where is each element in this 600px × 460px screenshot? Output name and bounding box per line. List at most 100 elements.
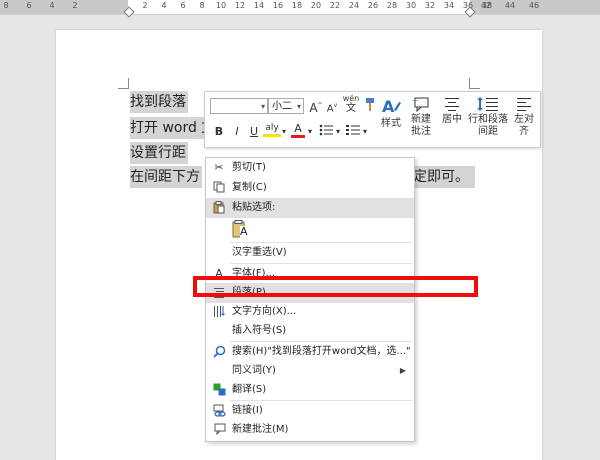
font-color-icon: A — [294, 122, 302, 135]
highlight-button[interactable]: aly — [263, 122, 281, 138]
new-comment-label-1: 新建 — [411, 114, 431, 125]
doc-line-3[interactable]: 设置行距 — [130, 142, 188, 164]
shrink-font-icon: A — [326, 103, 334, 115]
menu-item-text-direction[interactable]: 文字方向(X)... — [206, 302, 414, 322]
brush-icon — [366, 98, 374, 111]
ruler-number: 44 — [504, 1, 516, 10]
menu-item-label: 同义词(Y) — [232, 365, 276, 376]
font-color-swatch — [291, 135, 305, 138]
doc-line-1[interactable]: 找到段落 — [130, 91, 188, 113]
line-spacing-label-1: 行和段落 — [468, 114, 508, 125]
format-painter-button[interactable] — [363, 98, 377, 114]
link-icon — [212, 404, 226, 418]
phonetic-pinyin: wén — [342, 94, 360, 103]
margin-corner-top-right — [469, 78, 480, 89]
ruler-number: 6 — [180, 1, 186, 10]
paste-text-only-button[interactable]: A — [206, 218, 414, 242]
menu-item-label: 剪切(T) — [232, 162, 266, 173]
phonetic-char: 文 — [346, 103, 356, 114]
menu-item-cut[interactable]: ✂ 剪切(T) — [206, 158, 414, 178]
chevron-right-icon: ▶ — [399, 366, 406, 375]
underline-button[interactable]: U — [248, 124, 260, 140]
menu-item-label: 翻译(S) — [232, 384, 267, 395]
menu-item-synonyms[interactable]: 同义词(Y) ▶ — [206, 361, 414, 381]
menu-item-label: 复制(C) — [232, 182, 267, 193]
chevron-down-icon: ▾ — [296, 102, 301, 111]
svg-text:+: + — [412, 96, 419, 105]
ruler-number: 46 — [528, 1, 540, 10]
paste-icon — [212, 201, 226, 215]
ruler-number: 12 — [234, 1, 246, 10]
font-size-combo[interactable]: 小二 ▾ — [268, 98, 304, 114]
search-icon — [212, 345, 226, 359]
align-left-label-2: 齐 — [519, 126, 529, 137]
menu-item-label: 汉字重选(V) — [232, 247, 287, 258]
ruler-number: 8 — [199, 1, 205, 10]
context-menu: ✂ 剪切(T) 复制(C) 粘贴选项: A 汉字重选(V) A 字体(F)...… — [205, 157, 415, 442]
horizontal-ruler[interactable]: 8 6 4 2 2 4 6 8 10 12 14 16 18 20 22 24 26 28 30 32 34 36 38 42… — [0, 0, 600, 18]
menu-item-reconvert[interactable]: 汉字重选(V) — [206, 243, 414, 263]
center-button[interactable]: 居中 — [439, 96, 465, 126]
margin-corner-top-left — [118, 78, 129, 89]
menu-item-label: 链接(I) — [232, 405, 263, 416]
bullets-button[interactable] — [318, 124, 334, 140]
chevron-down-icon[interactable]: ▾ — [280, 124, 288, 140]
ruler-number: 2 — [72, 1, 78, 10]
ruler-number: 28 — [386, 1, 398, 10]
ruler-number: 18 — [291, 1, 303, 10]
copy-icon — [212, 181, 226, 195]
align-left-button[interactable]: 左对 齐 — [511, 96, 537, 138]
menu-item-label: 插入符号(S) — [232, 325, 287, 336]
comment-icon: + — [412, 96, 429, 112]
ruler-left-margin — [0, 0, 128, 14]
menu-item-new-comment[interactable]: 新建批注(M) — [206, 420, 414, 440]
phonetic-guide-button[interactable]: wén 文 — [342, 94, 360, 116]
shrink-font-button[interactable]: Av — [325, 98, 339, 114]
chevron-down-icon[interactable]: ▾ — [361, 124, 369, 140]
menu-item-translate[interactable]: 翻译(S) — [206, 380, 414, 400]
svg-text:A: A — [382, 97, 395, 116]
highlight-annotation-box — [193, 276, 478, 297]
ruler-number: 30 — [405, 1, 417, 10]
chevron-down-icon[interactable]: ▾ — [306, 124, 314, 140]
menu-item-insert-symbol[interactable]: 插入符号(S) — [206, 321, 414, 341]
ruler-number: 26 — [367, 1, 379, 10]
menu-item-copy[interactable]: 复制(C) — [206, 178, 414, 198]
styles-button[interactable]: A 样式 — [377, 96, 405, 130]
styles-label: 样式 — [381, 118, 401, 129]
ruler-number: 6 — [26, 1, 32, 10]
italic-button[interactable]: I — [231, 124, 243, 140]
menu-item-label: 搜索(H)"找到段落打开word文档，选..." — [232, 346, 411, 357]
ruler-number: 34 — [443, 1, 455, 10]
line-spacing-button[interactable]: 行和段落 间距 — [468, 96, 508, 138]
bold-button[interactable]: B — [213, 124, 225, 140]
doc-line-4[interactable]: 在间距下方 — [130, 166, 202, 188]
line-spacing-label-2: 间距 — [478, 126, 498, 137]
grow-font-button[interactable]: A^ — [309, 98, 323, 115]
menu-item-search[interactable]: 搜索(H)"找到段落打开word文档，选..." — [206, 342, 414, 362]
highlight-swatch — [263, 134, 281, 137]
paste-text-only-icon: A — [232, 220, 250, 240]
menu-item-label: 粘贴选项: — [232, 202, 276, 213]
ruler-number: 2 — [142, 1, 148, 10]
ruler-number: 42 — [480, 1, 492, 10]
font-color-button[interactable]: A — [291, 122, 305, 138]
menu-item-label: 新建批注(M) — [232, 424, 289, 435]
doc-line-4-tail[interactable]: 定即可。 — [413, 166, 475, 188]
chevron-down-icon: ▾ — [260, 102, 265, 111]
bullet-list-icon — [319, 124, 333, 136]
menu-item-link[interactable]: 链接(I) — [206, 401, 414, 421]
chevron-down-icon[interactable]: ▾ — [334, 124, 342, 140]
styles-icon: A — [382, 97, 401, 116]
numbering-button[interactable] — [345, 124, 361, 140]
mini-toolbar: ▾ 小二 ▾ A^ Av wén 文 B I U aly ▾ A ▾ ▾ ▾ A… — [204, 91, 541, 148]
ruler-number: 8 — [3, 1, 9, 10]
numbered-list-icon — [346, 125, 360, 135]
translate-icon — [212, 383, 226, 397]
ruler-number: 16 — [272, 1, 284, 10]
new-comment-button[interactable]: + 新建 批注 — [408, 96, 434, 138]
font-name-combo[interactable]: ▾ — [210, 98, 268, 114]
paste-text-only-label: A — [240, 225, 248, 238]
ruler-number: 20 — [310, 1, 322, 10]
align-left-icon — [517, 98, 531, 111]
